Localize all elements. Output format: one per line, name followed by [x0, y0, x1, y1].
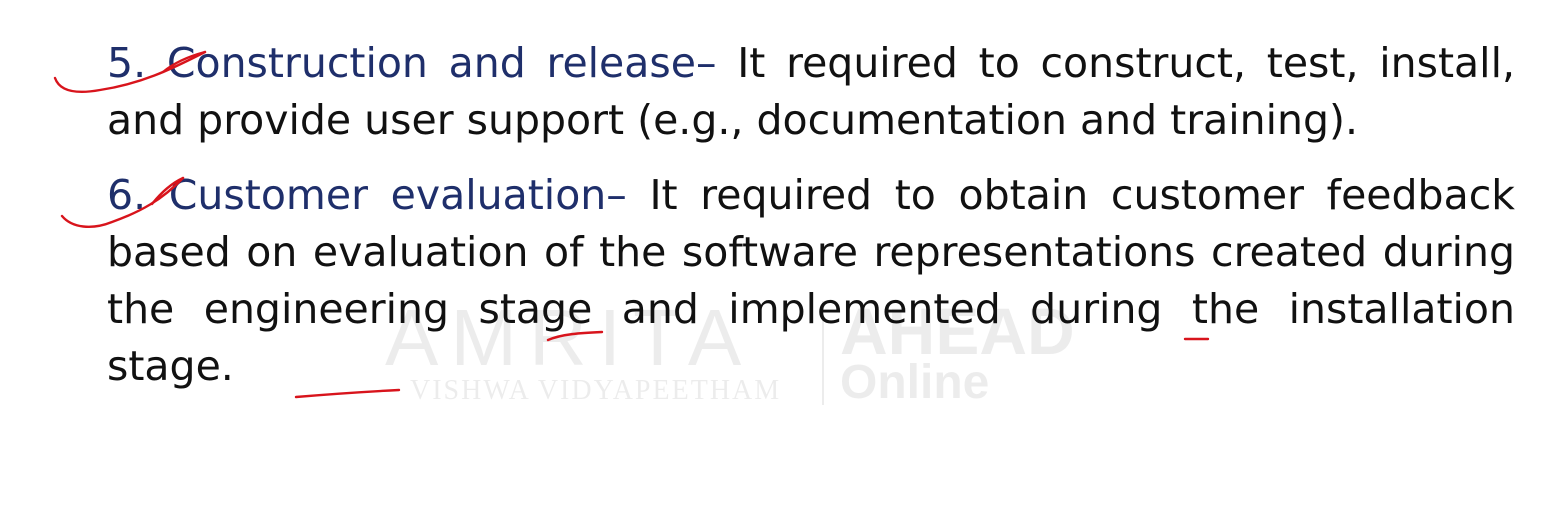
list-item-customer-evaluation: 6. Customer evaluation– It required to o… [107, 167, 1515, 395]
item-number: 5. [107, 39, 147, 87]
item-heading: Construction and release [166, 39, 696, 87]
list-item-construction: 5. Construction and release– It required… [107, 35, 1515, 149]
slide: AMRITA VISHWA VIDYAPEETHAM AHEAD Online … [0, 0, 1545, 510]
item-heading: Customer evaluation [168, 171, 607, 219]
item-dash: – [696, 39, 717, 87]
item-dash: – [606, 171, 627, 219]
item-number: 6. [107, 171, 147, 219]
